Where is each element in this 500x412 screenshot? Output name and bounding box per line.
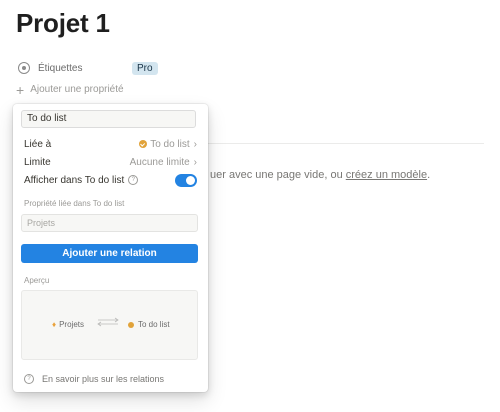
preview-right-label: To do list — [138, 320, 170, 329]
show-in-toggle[interactable] — [175, 173, 197, 187]
learn-more-link[interactable]: ? En savoir plus sur les relations — [24, 374, 164, 384]
relation-name-input[interactable] — [21, 110, 196, 128]
divider — [208, 143, 484, 144]
limit-row[interactable]: Limite Aucune limite › — [24, 154, 197, 170]
tag-badge[interactable]: Pro — [132, 61, 158, 75]
empty-hint-text: uer avec une page vide, ou — [210, 169, 346, 181]
show-in-row: Afficher dans To do list ? — [24, 172, 197, 188]
chevron-right-icon: › — [193, 138, 197, 150]
relation-config-popup: Liée à To do list › Limite Aucune limite… — [13, 104, 208, 392]
tag-select-icon — [18, 62, 30, 74]
show-in-label: Afficher dans To do list — [24, 174, 125, 186]
help-icon[interactable]: ? — [128, 175, 139, 185]
limit-label: Limite — [24, 156, 51, 168]
add-property-label: Ajouter une propriété — [30, 84, 124, 95]
plus-icon: + — [16, 81, 25, 98]
linked-property-input[interactable]: Projets — [21, 214, 198, 232]
linked-label: Liée à — [24, 138, 52, 150]
preview-left-label: Projets — [59, 320, 84, 329]
linked-property-label: Propriété liée dans To do list — [24, 199, 125, 208]
limit-value: Aucune limite — [129, 156, 190, 168]
page-title[interactable]: Projet 1 — [16, 8, 110, 39]
preview-right: To do list — [128, 320, 170, 329]
todo-dot-icon — [128, 321, 134, 328]
linked-database-row[interactable]: Liée à To do list › — [24, 136, 197, 152]
chevron-right-icon: › — [193, 156, 197, 168]
add-property-button[interactable]: + Ajouter une propriété — [16, 81, 124, 98]
relation-preview: ♦ Projets To do list — [21, 290, 198, 360]
property-row-etiquettes[interactable]: Étiquettes Pro — [16, 58, 236, 78]
empty-page-hint: uer avec une page vide, ou créez un modè… — [210, 169, 430, 181]
add-relation-button[interactable]: Ajouter une relation — [21, 244, 198, 263]
property-name: Étiquettes — [38, 62, 83, 74]
flame-icon: ♦ — [52, 320, 57, 329]
help-icon: ? — [24, 374, 34, 384]
create-template-link[interactable]: créez un modèle — [346, 169, 427, 181]
preview-left: ♦ Projets — [52, 320, 84, 329]
linked-value: To do list — [150, 138, 190, 150]
bidirectional-arrows-icon — [97, 317, 119, 327]
preview-label: Aperçu — [24, 276, 50, 285]
empty-hint-end: . — [427, 169, 431, 181]
todo-check-icon — [139, 140, 148, 148]
learn-more-label: En savoir plus sur les relations — [42, 374, 165, 384]
